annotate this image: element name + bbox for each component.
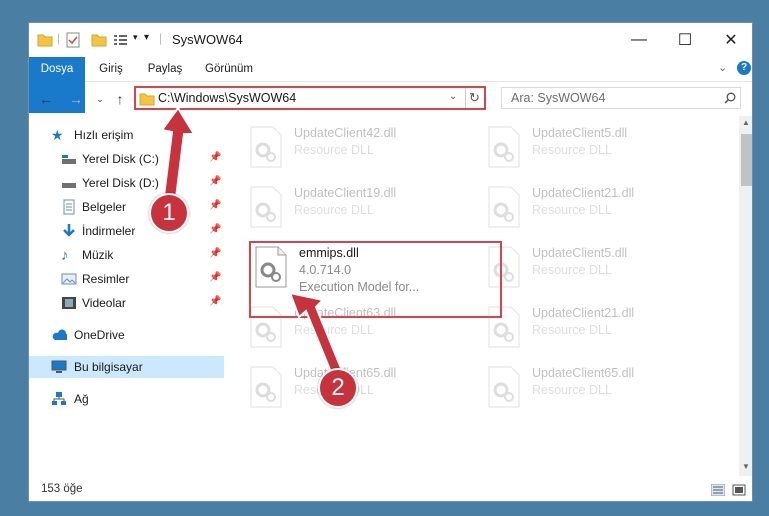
annotation-arrows <box>160 106 345 379</box>
annotation-badge-2: 2 <box>318 368 358 408</box>
annotation-badge-1: 1 <box>149 193 189 233</box>
